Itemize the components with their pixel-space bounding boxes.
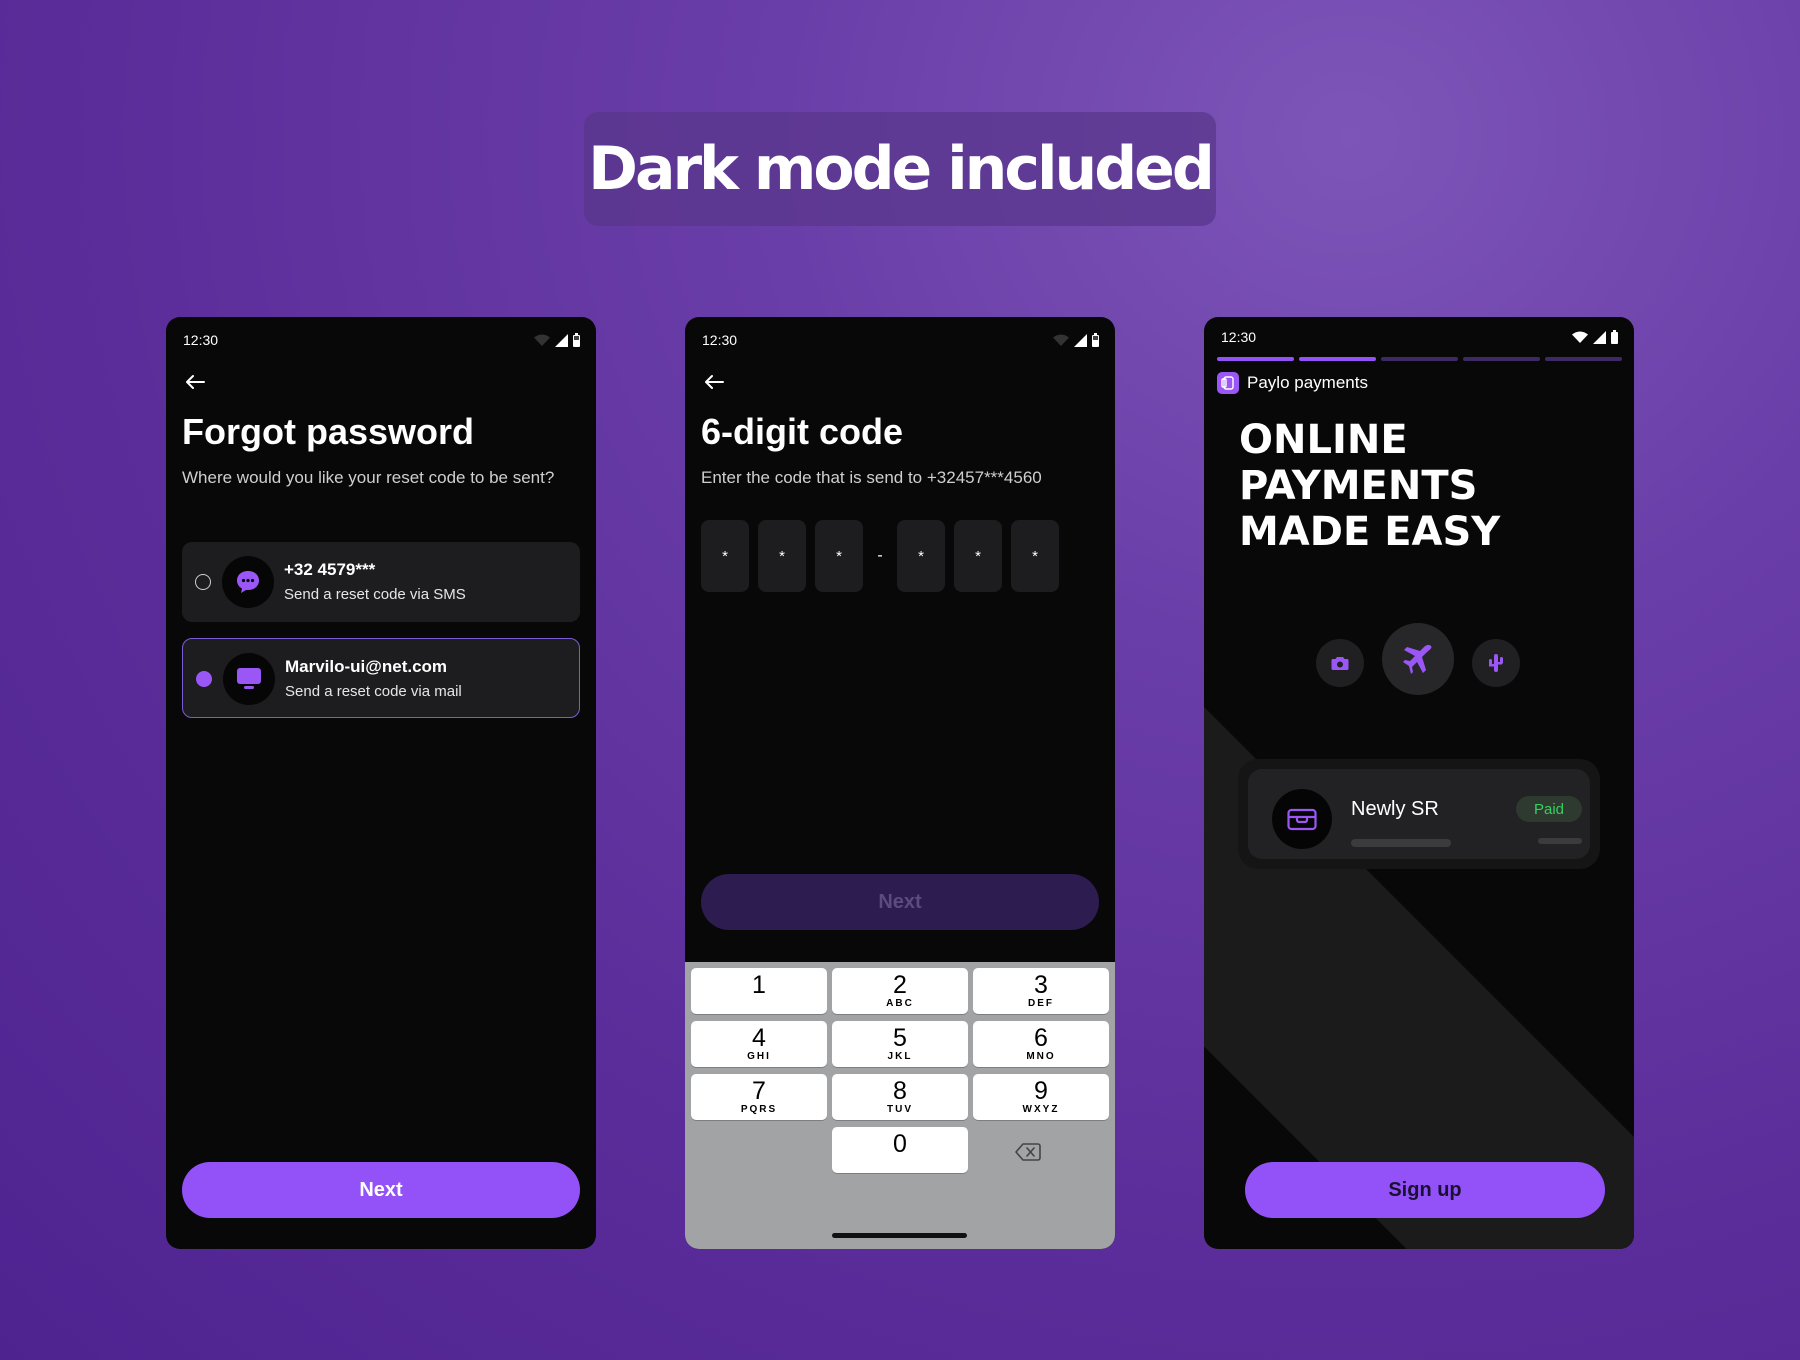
headline: ONLINE PAYMENTS MADE EASY [1239,417,1599,555]
code-digit-4[interactable]: * [897,520,945,592]
sign-up-button[interactable]: Sign up [1245,1162,1605,1218]
status-bar: 12:30 [702,327,1099,353]
headline-line-1: ONLINE [1239,417,1408,463]
code-digit-1[interactable]: * [701,520,749,592]
feature-camera [1316,639,1364,687]
option-mail-subtitle: Send a reset code via mail [285,683,462,700]
code-digit-3[interactable]: * [815,520,863,592]
background-stripe [1204,627,1634,1249]
home-indicator [832,1233,967,1238]
code-separator: - [877,547,883,564]
monitor-icon [237,668,261,689]
numeric-keypad: 1 2 ABC 3 DEF 4 GHI 5 JKL 6 MNO 7 PQRS 8 TUV 9W… [685,962,1115,1249]
code-digit-2[interactable]: * [758,520,806,592]
key-3[interactable]: 3 DEF [973,968,1109,1014]
wifi-icon [1572,331,1588,343]
signal-icon [555,333,568,347]
page-title: Forgot password [182,411,475,452]
headline-line-2: PAYMENTS [1239,463,1478,509]
banner-title: Dark mode included [588,134,1215,204]
status-bar: 12:30 [1221,324,1618,350]
feature-travel [1382,623,1454,695]
wifi-icon [534,334,550,346]
back-button[interactable] [699,367,729,397]
backspace-icon [1015,1143,1041,1161]
status-time: 12:30 [183,332,219,348]
wifi-icon [1053,334,1069,346]
brand: Paylo payments [1217,372,1368,394]
option-mail-title: Marvilo-ui@net.com [285,657,448,676]
key-9[interactable]: 9 WXYZ [973,1074,1109,1120]
key-8[interactable]: 8 TUV [832,1074,968,1120]
phone-forgot-password: 12:30 Forgot password Where would you li… [166,317,596,1249]
key-5[interactable]: 5 JKL [832,1021,968,1067]
progress-step-4 [1463,357,1540,361]
code-digit-5[interactable]: * [954,520,1002,592]
code-input[interactable]: * * * - * * * [701,520,1068,592]
progress-step-1 [1217,357,1294,361]
payment-card: Newly SR Paid [1248,769,1590,859]
battery-icon [1092,333,1099,347]
phone-six-digit-code: 12:30 6-digit code Enter the code that i… [685,317,1115,1249]
radio-sms[interactable] [195,574,211,590]
payment-avatar [1272,789,1332,849]
status-time: 12:30 [702,332,738,348]
key-4[interactable]: 4 GHI [691,1021,827,1067]
status-time: 12:30 [1221,329,1257,345]
next-button[interactable]: Next [182,1162,580,1218]
camera-icon [1331,656,1349,670]
progress-step-2 [1299,357,1376,361]
page-title: 6-digit code [701,411,904,452]
key-0[interactable]: 0 [832,1127,968,1173]
payment-name: Newly SR [1351,798,1439,820]
battery-icon [573,333,580,347]
onboarding-progress [1217,357,1622,361]
key-1[interactable]: 1 [691,968,827,1014]
radio-mail[interactable] [196,671,212,687]
phone-onboarding: 12:30 Paylo payments ONLINE PAYMENTS MAD… [1204,317,1634,1249]
payment-placeholder-bar-short [1538,838,1582,844]
headline-line-3: MADE EASY [1239,509,1501,555]
brand-logo [1217,372,1239,394]
wallet-icon [1287,808,1317,831]
cactus-icon [1489,654,1503,672]
option-sms[interactable]: +32 4579*** Send a reset code via SMS [182,542,580,622]
signal-icon [1593,330,1606,344]
page-subtitle: Enter the code that is send to +32457***… [701,468,1042,487]
airplane-icon [1403,644,1432,674]
option-mail[interactable]: Marvilo-ui@net.com Send a reset code via… [182,638,580,718]
arrow-left-icon [705,375,724,389]
key-7[interactable]: 7 PQRS [691,1074,827,1120]
key-2[interactable]: 2 ABC [832,968,968,1014]
status-badge: Paid [1516,796,1582,822]
banner: Dark mode included [584,112,1216,226]
chat-icon [237,571,259,593]
feature-cactus [1472,639,1520,687]
back-button[interactable] [180,367,210,397]
brand-name: Paylo payments [1247,373,1368,392]
arrow-left-icon [186,375,205,389]
wallet-logo-icon [1221,376,1234,390]
code-digit-6[interactable]: * [1011,520,1059,592]
battery-icon [1611,330,1618,344]
key-delete[interactable] [1011,1137,1045,1167]
option-sms-title: +32 4579*** [284,560,376,579]
status-bar: 12:30 [183,327,580,353]
signal-icon [1074,333,1087,347]
progress-step-5 [1545,357,1622,361]
page-subtitle: Where would you like your reset code to … [182,468,555,487]
next-button-disabled[interactable]: Next [701,874,1099,930]
key-6[interactable]: 6 MNO [973,1021,1109,1067]
progress-step-3 [1381,357,1458,361]
payment-placeholder-bar [1351,839,1451,847]
option-sms-subtitle: Send a reset code via SMS [284,586,466,603]
